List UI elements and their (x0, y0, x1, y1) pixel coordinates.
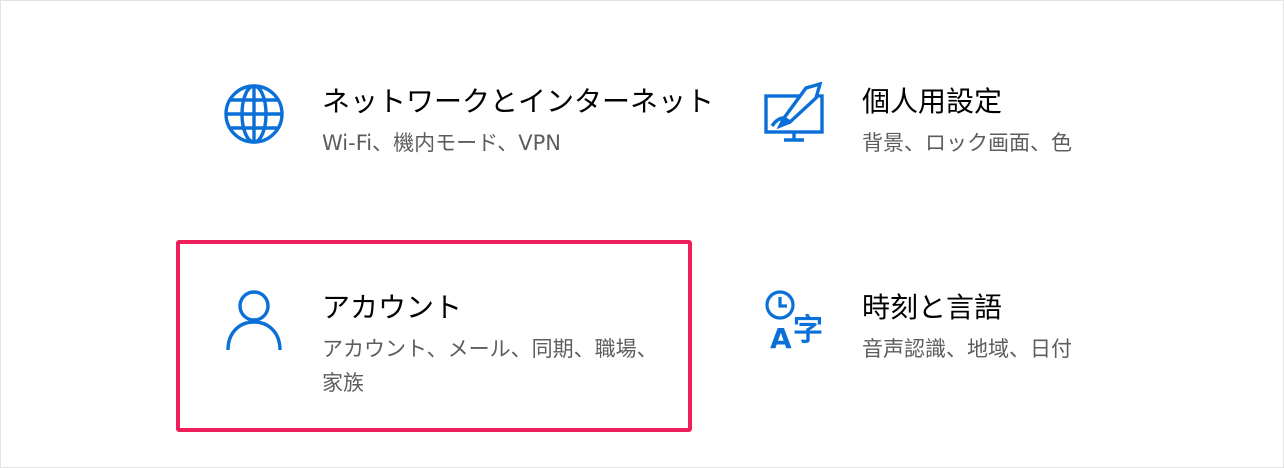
settings-tile-network[interactable]: ネットワークとインターネット Wi-Fi、機内モード、VPN (222, 82, 714, 232)
svg-text:字: 字 (793, 313, 823, 348)
tile-description: 背景、ロック画面、色 (862, 131, 1072, 155)
tile-description: 音声認識、地域、日付 (862, 337, 1072, 361)
time-language-icon: A 字 (762, 288, 826, 352)
tile-title: アカウント (322, 291, 463, 324)
settings-tile-accounts[interactable]: アカウント アカウント、メール、同期、職場、家族 (222, 288, 682, 438)
tile-title: ネットワークとインターネット (322, 85, 715, 118)
svg-text:A: A (770, 322, 792, 352)
person-icon (222, 288, 286, 352)
tile-title: 時刻と言語 (862, 291, 1003, 324)
settings-tile-personalization[interactable]: 個人用設定 背景、ロック画面、色 (762, 82, 1222, 232)
settings-tile-time-language[interactable]: A 字 時刻と言語 音声認識、地域、日付 (762, 288, 1222, 438)
personalization-icon (762, 82, 826, 146)
globe-icon (222, 82, 286, 146)
tile-description: アカウント、メール、同期、職場、家族 (322, 337, 658, 395)
tile-description: Wi-Fi、機内モード、VPN (322, 131, 561, 155)
tile-title: 個人用設定 (862, 85, 1003, 118)
